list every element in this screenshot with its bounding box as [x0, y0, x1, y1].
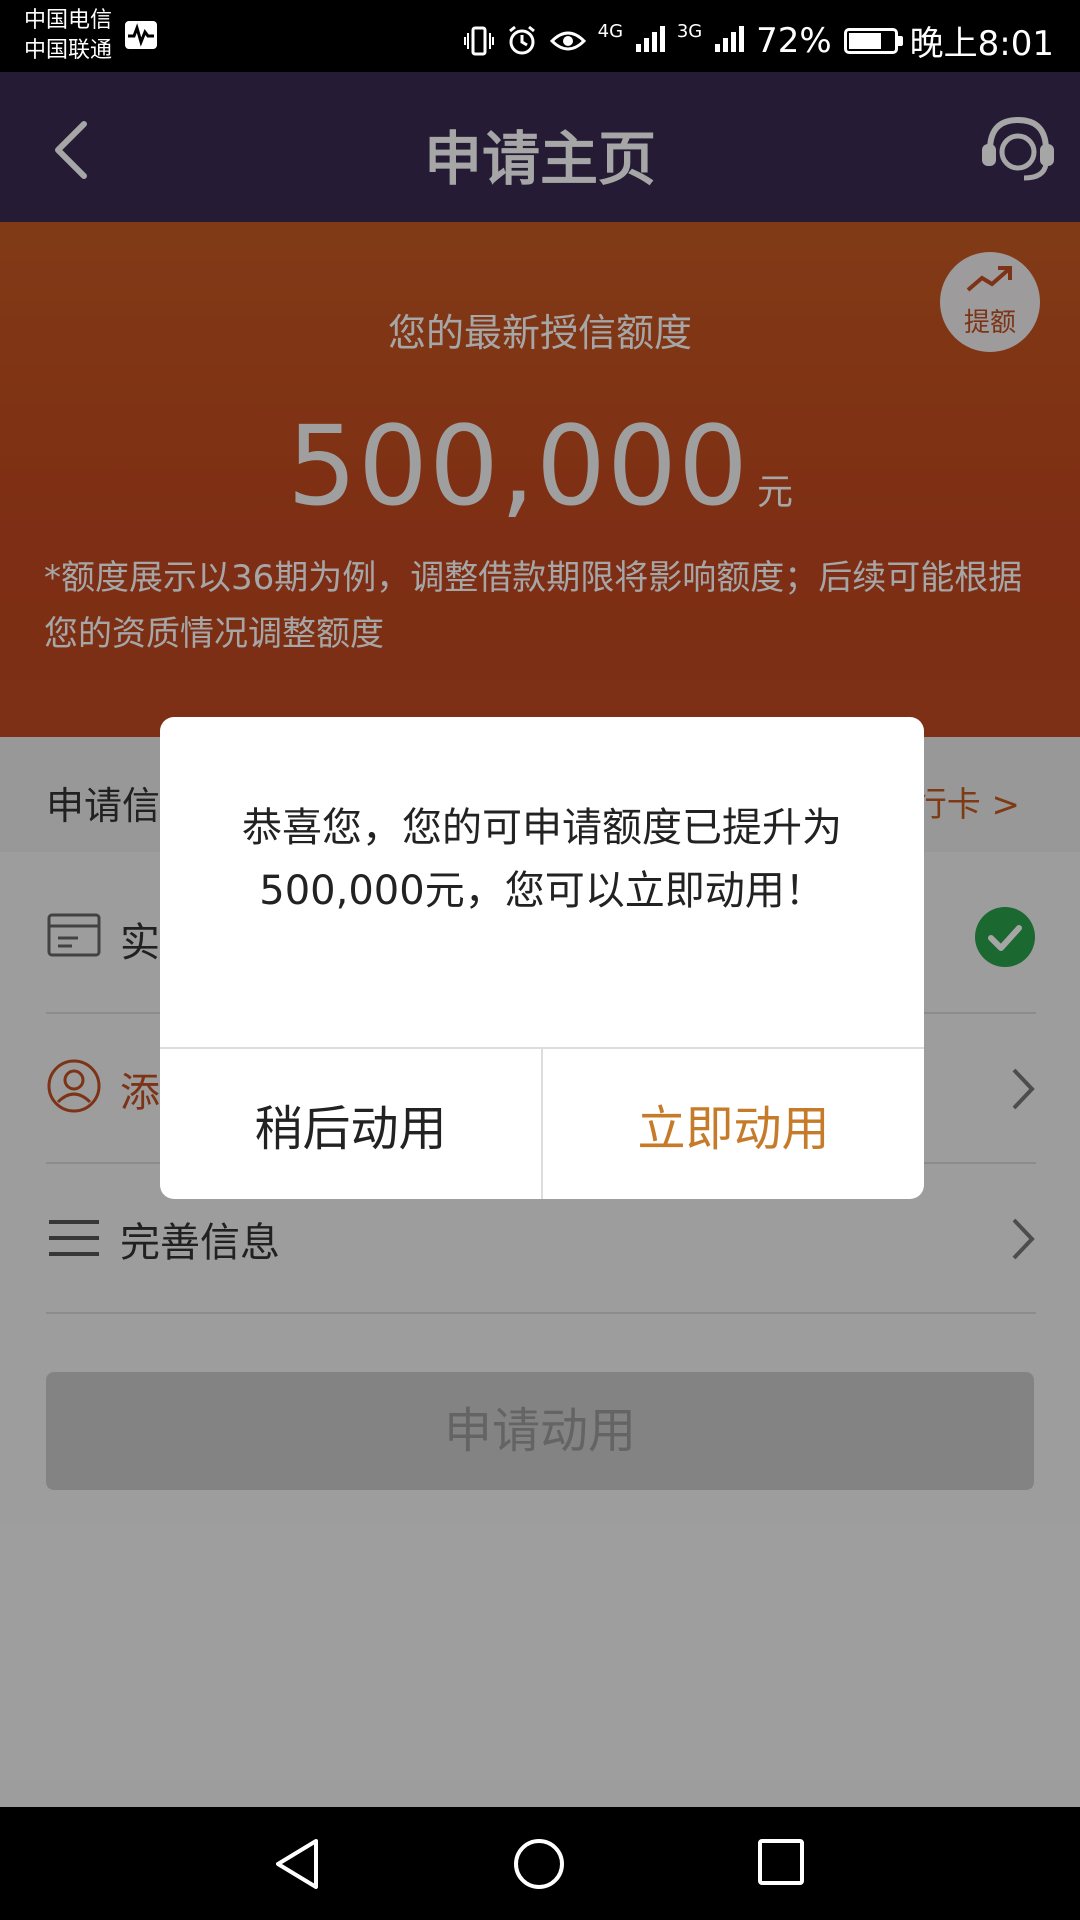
dialog-message: 恭喜您，您的可申请额度已提升为500,000元，您可以立即动用！ — [242, 805, 842, 914]
signal-4g: 4G — [598, 21, 665, 61]
eye-icon — [549, 31, 586, 50]
carrier-1: 中国电信 — [24, 8, 113, 33]
nav-back-icon[interactable] — [272, 1837, 322, 1891]
navigation-bar — [0, 1807, 1080, 1920]
signal-3g: 3G — [677, 21, 745, 61]
nav-recent-apps-icon[interactable] — [756, 1837, 806, 1887]
use-later-button[interactable]: 稍后动用 — [160, 1049, 541, 1199]
battery-icon — [843, 27, 903, 54]
alarm-icon — [508, 25, 535, 54]
signal-bars-icon — [715, 22, 745, 52]
battery-percent: 72% — [756, 20, 832, 61]
status-bar: 中国电信 中国联通 4G 3G 72% 晚上8:01 — [0, 0, 1080, 72]
status-icons: 4G 3G 72% 晚上8:01 — [463, 16, 1054, 65]
carrier-2: 中国联通 — [24, 38, 113, 63]
activity-icon — [125, 21, 157, 49]
vibrate-icon — [463, 26, 494, 55]
use-now-button[interactable]: 立即动用 — [543, 1049, 924, 1199]
nav-home-icon[interactable] — [512, 1837, 566, 1891]
carrier-labels: 中国电信 中国联通 — [24, 6, 112, 66]
clock: 晚上8:01 — [909, 24, 1054, 64]
upgrade-dialog: 恭喜您，您的可申请额度已提升为500,000元，您可以立即动用！ 稍后动用 立即… — [160, 717, 924, 1199]
signal-bars-icon — [635, 22, 665, 52]
